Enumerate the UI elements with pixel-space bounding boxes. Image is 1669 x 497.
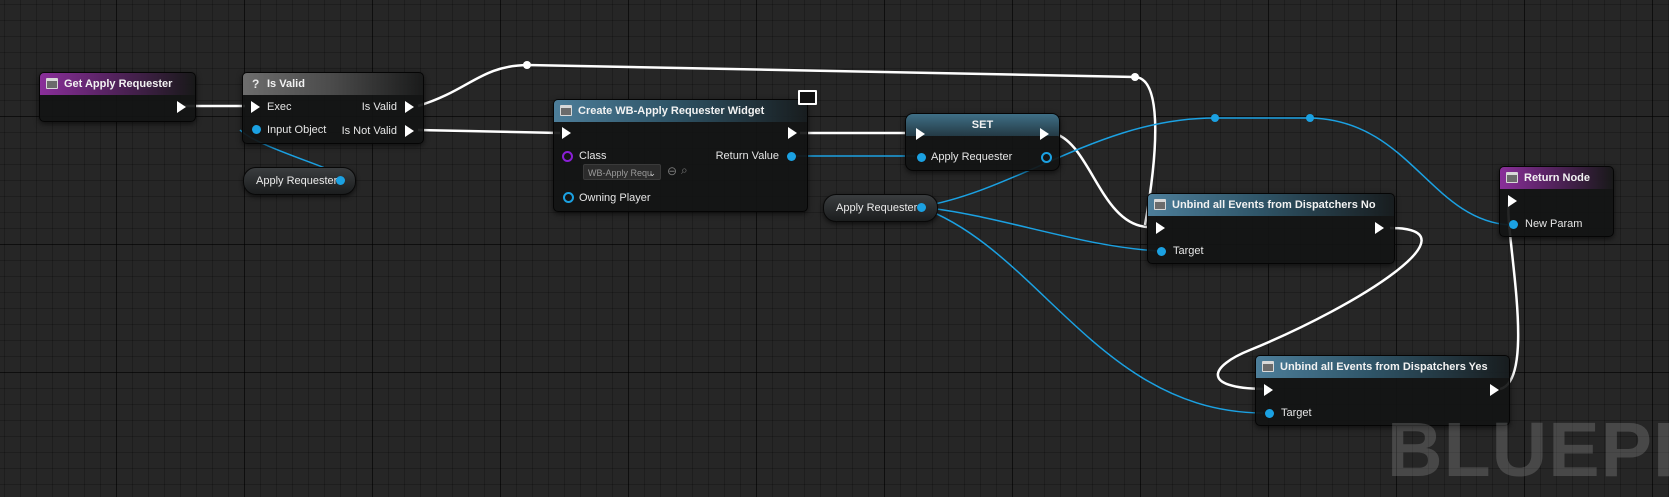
node-header: Unbind all Events from Dispatchers Yes (1256, 356, 1509, 378)
target-label: Target (1173, 245, 1204, 257)
target-pin[interactable] (1157, 247, 1166, 256)
node-title: Unbind all Events from Dispatchers Yes (1280, 361, 1488, 373)
variable-out-pin[interactable] (917, 203, 926, 212)
node-header: SET (906, 114, 1059, 136)
node-header: Return Node (1500, 167, 1613, 189)
is-valid-label: Is Valid (361, 101, 397, 113)
blueprint-watermark: BLUEPRI (1387, 407, 1669, 493)
get-apply-requester-node[interactable]: Get Apply Requester (39, 72, 196, 122)
reroute-knot-4 (1306, 114, 1314, 122)
return-value-pin[interactable] (787, 152, 796, 161)
owning-player-pin[interactable] (563, 192, 574, 203)
exec-out-pin[interactable] (177, 101, 186, 113)
class-dropdown-value: WB-Apply Requ (588, 168, 653, 178)
browse-back-icon[interactable]: ⊖ (667, 164, 677, 178)
apply-requester-out-pin[interactable] (1041, 152, 1052, 163)
reroute-knot-3 (1211, 114, 1219, 122)
exec-wire-notvalid-to-create (417, 128, 561, 135)
exec-in-pin[interactable] (562, 127, 571, 139)
is-not-valid-exec-out-pin[interactable] (405, 125, 414, 137)
node-title: Create WB-Apply Requester Widget (578, 105, 765, 117)
input-object-pin[interactable] (252, 125, 261, 134)
class-pin[interactable] (562, 151, 573, 162)
new-param-pin[interactable] (1509, 220, 1518, 229)
node-header: Get Apply Requester (40, 73, 195, 95)
is-not-valid-label: Is Not Valid (341, 125, 397, 137)
exec-in-pin[interactable] (1508, 195, 1517, 207)
data-wire-var-to-unbindno (919, 206, 1161, 252)
reroute-knot-2 (1131, 73, 1139, 81)
exec-out-pin[interactable] (788, 127, 797, 139)
exec-label: Exec (267, 101, 292, 113)
target-label: Target (1281, 407, 1312, 419)
widget-icon (560, 105, 572, 116)
exec-in-pin[interactable] (916, 128, 925, 140)
apply-requester-variable-node-2[interactable]: Apply Requester (823, 194, 938, 222)
is-valid-node[interactable]: ? Is Valid Exec Is Valid Input Object Is… (242, 72, 424, 144)
node-header: Unbind all Events from Dispatchers No (1148, 194, 1394, 216)
reroute-knot-1 (523, 61, 531, 69)
unbind-events-no-node[interactable]: Unbind all Events from Dispatchers No Ta… (1147, 193, 1395, 264)
function-icon (1262, 361, 1274, 372)
create-widget-node[interactable]: Create WB-Apply Requester Widget Class W… (553, 99, 808, 212)
exec-out-pin[interactable] (1490, 384, 1499, 396)
node-header: Create WB-Apply Requester Widget (554, 100, 807, 122)
variable-label: Apply Requester (256, 175, 338, 187)
variable-out-pin[interactable] (336, 176, 345, 185)
exec-in-pin[interactable] (1264, 384, 1273, 396)
set-node[interactable]: SET Apply Requester (905, 113, 1060, 171)
exec-wire-set-to-unbindno (1051, 131, 1149, 229)
node-title: Is Valid (267, 78, 305, 90)
apply-requester-in-pin[interactable] (917, 153, 926, 162)
function-icon (46, 78, 58, 89)
exec-in-pin[interactable] (1156, 222, 1165, 234)
node-header: ? Is Valid (243, 73, 423, 95)
function-icon (1154, 199, 1166, 210)
class-dropdown[interactable]: WB-Apply Requ ⌄ (583, 164, 661, 180)
return-node[interactable]: Return Node New Param (1499, 166, 1614, 237)
exec-in-pin[interactable] (251, 101, 260, 113)
variable-label: Apply Requester (836, 202, 918, 214)
monitor-icon (795, 89, 817, 105)
node-title: Return Node (1524, 172, 1590, 184)
is-valid-exec-out-pin[interactable] (405, 101, 414, 113)
chevron-down-icon: ⌄ (648, 168, 656, 178)
owning-player-label: Owning Player (579, 192, 651, 204)
return-value-label: Return Value (715, 150, 779, 162)
apply-requester-label: Apply Requester (931, 151, 1013, 163)
exec-out-pin[interactable] (1375, 222, 1384, 234)
node-title: SET (971, 119, 994, 131)
search-icon[interactable]: ⌕ (681, 163, 688, 178)
function-icon (1506, 172, 1518, 183)
question-icon: ? (252, 77, 260, 91)
target-pin[interactable] (1265, 409, 1274, 418)
apply-requester-variable-node[interactable]: Apply Requester (243, 167, 356, 195)
new-param-label: New Param (1525, 218, 1583, 230)
class-label: Class (579, 150, 607, 162)
input-object-label: Input Object (267, 124, 327, 136)
exec-out-pin[interactable] (1040, 128, 1049, 140)
node-title: Get Apply Requester (64, 78, 173, 90)
node-title: Unbind all Events from Dispatchers No (1172, 199, 1376, 211)
